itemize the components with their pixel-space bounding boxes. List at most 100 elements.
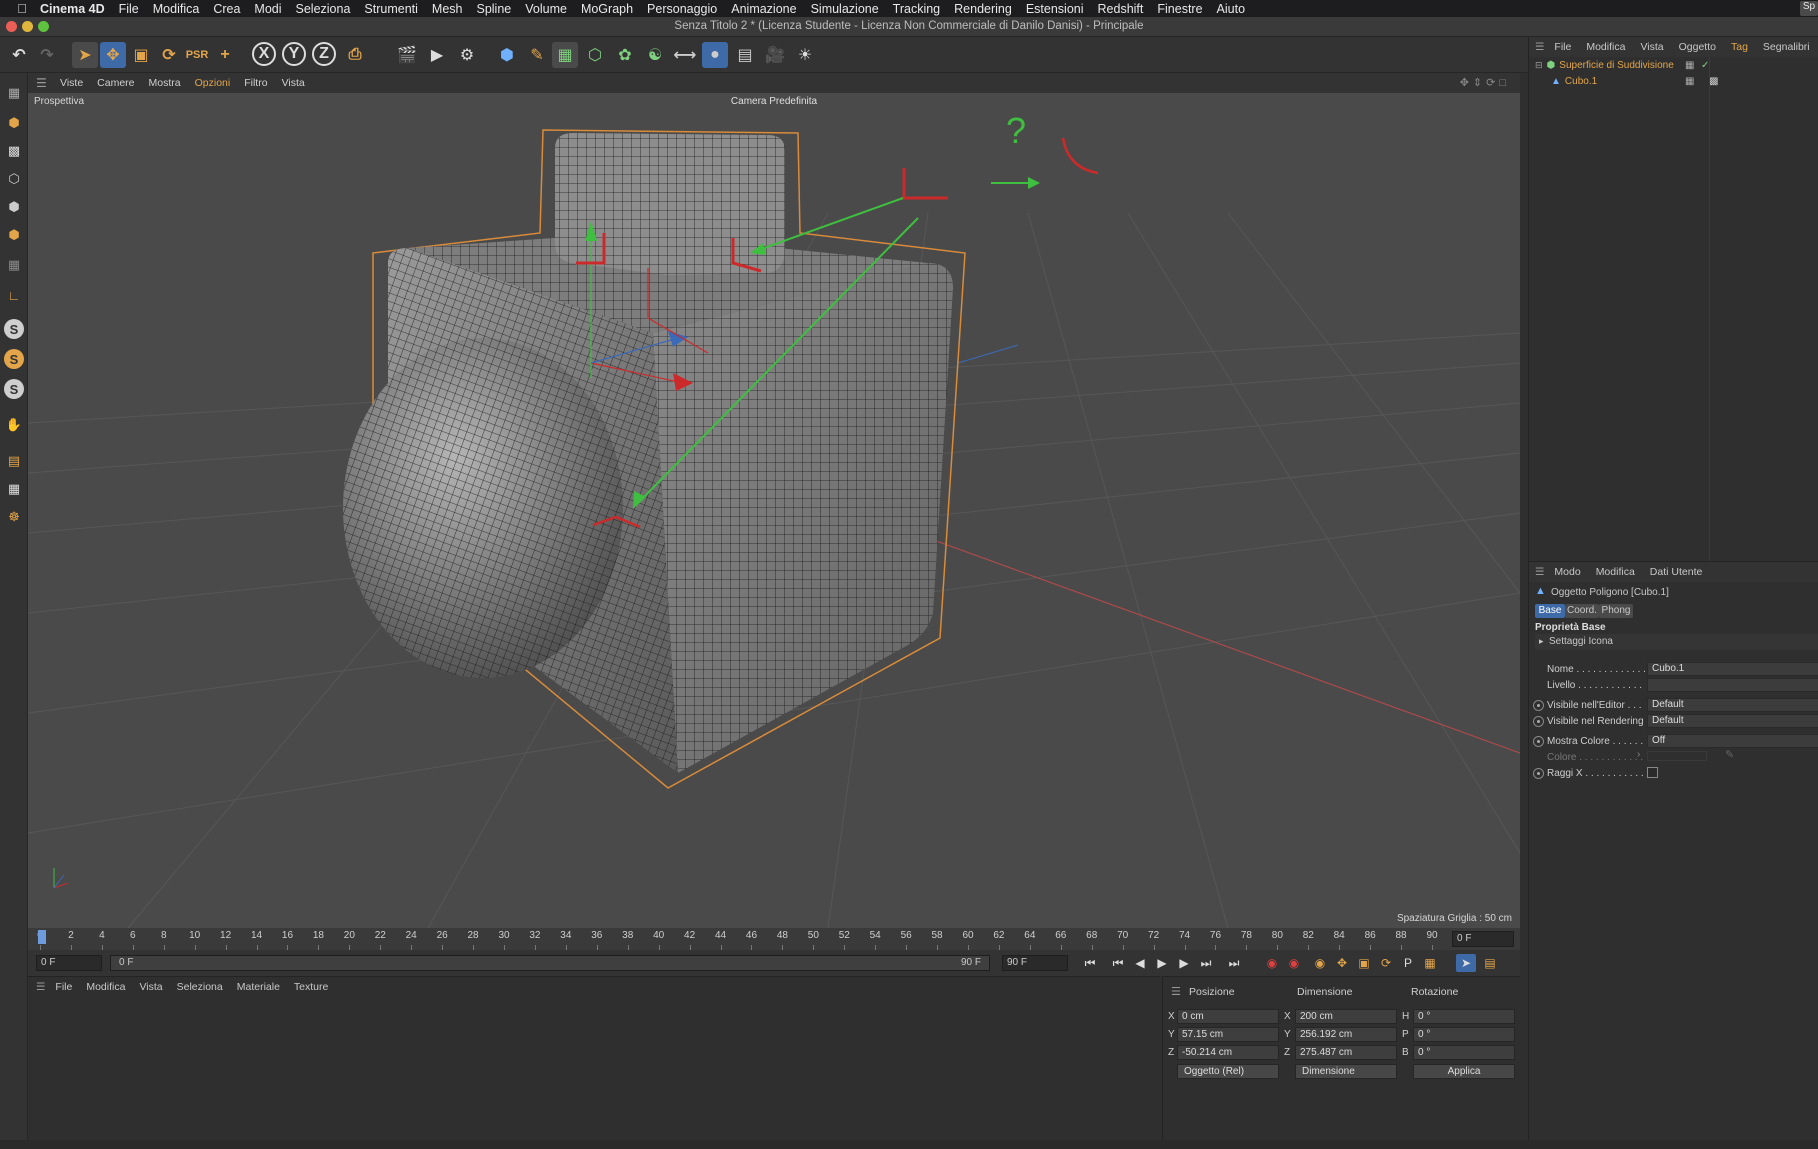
play-icon[interactable]: ▶ bbox=[1152, 954, 1172, 972]
end-frame-field[interactable]: 90 F bbox=[1002, 955, 1068, 971]
points-mode-icon[interactable]: ⬡ bbox=[2, 167, 26, 191]
goto-start-icon[interactable]: ⏮ bbox=[1080, 954, 1100, 972]
coord-rot-h-field[interactable]: 0 ° bbox=[1413, 1009, 1515, 1024]
object-menu-tag[interactable]: Tag bbox=[1731, 41, 1748, 53]
coordinate-system-icon[interactable]: ⎙ bbox=[342, 42, 368, 68]
rotate-tool-icon[interactable]: ⟳ bbox=[156, 42, 182, 68]
attribute-menu-modo[interactable]: Modo bbox=[1554, 566, 1580, 578]
viewport-navigation-icons[interactable]: ✥⇕⟳□ bbox=[1460, 76, 1510, 89]
object-axis-icon[interactable]: ▦ bbox=[2, 253, 26, 277]
apply-button[interactable]: Applica bbox=[1413, 1064, 1515, 1079]
viewport-camera-label[interactable]: Camera Predefinita bbox=[28, 96, 1520, 107]
key-position-icon[interactable]: ✥ bbox=[1332, 954, 1352, 972]
move-tool-icon[interactable]: ✥ bbox=[100, 42, 126, 68]
timeline-ruler[interactable]: 0246810121416182022242628303234363840424… bbox=[28, 928, 1520, 950]
coord-pos-x-field[interactable]: 0 cm bbox=[1177, 1009, 1279, 1024]
render-settings-icon[interactable]: ⚙ bbox=[454, 42, 480, 68]
mograph-cloner-icon[interactable]: ✿ bbox=[612, 42, 638, 68]
material-menu-vista[interactable]: Vista bbox=[139, 981, 162, 993]
edges-mode-icon[interactable]: ⬢ bbox=[2, 195, 26, 219]
lock-plane-icon[interactable]: ☸ bbox=[2, 505, 26, 529]
object-menu-oggetto[interactable]: Oggetto bbox=[1679, 41, 1716, 53]
coord-size-dropdown[interactable]: Dimensione bbox=[1295, 1064, 1397, 1079]
menu-file[interactable]: File bbox=[119, 2, 139, 16]
menu-tracking[interactable]: Tracking bbox=[893, 2, 940, 16]
menu-crea[interactable]: Crea bbox=[213, 2, 240, 16]
material-menu-materiale[interactable]: Materiale bbox=[237, 981, 280, 993]
color-swatch[interactable] bbox=[1647, 751, 1707, 761]
material-menu-seleziona[interactable]: Seleziona bbox=[177, 981, 223, 993]
key-pla-icon[interactable]: ▦ bbox=[1420, 954, 1440, 972]
timeline-icon[interactable]: ▤ bbox=[1480, 954, 1500, 972]
material-menu-modifica[interactable]: Modifica bbox=[86, 981, 125, 993]
menu-animazione[interactable]: Animazione bbox=[731, 2, 796, 16]
coord-size-x-field[interactable]: 200 cm bbox=[1295, 1009, 1397, 1024]
vis-editor-anim-icon[interactable] bbox=[1533, 700, 1544, 711]
start-frame-field[interactable]: 0 F bbox=[36, 955, 102, 971]
coord-mode-dropdown[interactable]: Oggetto (Rel) bbox=[1177, 1064, 1279, 1079]
coord-size-z-field[interactable]: 275.487 cm bbox=[1295, 1045, 1397, 1060]
menu-simulazione[interactable]: Simulazione bbox=[811, 2, 879, 16]
tab-base[interactable]: Base bbox=[1535, 604, 1565, 618]
light-icon[interactable]: ☀ bbox=[792, 42, 818, 68]
pen-spline-icon[interactable]: ✎ bbox=[524, 42, 550, 68]
collapse-icon[interactable]: ⊟ bbox=[1535, 60, 1543, 71]
layer-icon[interactable]: ▤ bbox=[2, 449, 26, 473]
make-editable-icon[interactable]: ▦ bbox=[2, 81, 26, 105]
coords-menu-icon[interactable]: ☰ bbox=[1171, 985, 1181, 998]
material-menu-icon[interactable]: ☰ bbox=[36, 981, 45, 993]
render-view-icon[interactable]: 🎬 bbox=[394, 42, 420, 68]
undo-icon[interactable]: ↶ bbox=[6, 42, 32, 68]
attribute-menu-icon[interactable]: ☰ bbox=[1535, 566, 1544, 578]
polygons-mode-icon[interactable]: ⬢ bbox=[2, 223, 26, 247]
key-parameter-icon[interactable]: P bbox=[1398, 954, 1418, 972]
viewport-menu-vista[interactable]: Vista bbox=[282, 77, 305, 89]
generator-icon[interactable]: ⬡ bbox=[582, 42, 608, 68]
object-menu-file[interactable]: File bbox=[1554, 41, 1571, 53]
scheme-icon[interactable]: ➤ bbox=[1456, 954, 1476, 972]
select-arrow-icon[interactable]: ➤ bbox=[72, 42, 98, 68]
viewport-menu-mostra[interactable]: Mostra bbox=[149, 77, 181, 89]
icon-settings-group[interactable]: ▸ Settaggi Icona bbox=[1535, 634, 1818, 650]
apple-icon[interactable]:  bbox=[12, 1, 32, 16]
app-name[interactable]: Cinema 4D bbox=[40, 2, 105, 16]
coord-pos-y-field[interactable]: 57.15 cm bbox=[1177, 1027, 1279, 1042]
show-color-anim-icon[interactable] bbox=[1533, 736, 1544, 747]
coord-pos-z-field[interactable]: -50.214 cm bbox=[1177, 1045, 1279, 1060]
vis-render-anim-icon[interactable] bbox=[1533, 716, 1544, 727]
object-row-subdivision[interactable]: ⊟ ⬢ Superficie di Suddivisione ▦ ✓ bbox=[1535, 60, 1709, 71]
name-field[interactable]: Cubo.1 bbox=[1647, 662, 1818, 676]
object-menu-icon[interactable]: ☰ bbox=[1535, 41, 1544, 53]
phong-tag-icon[interactable]: ▩ bbox=[1709, 76, 1718, 87]
camera-icon[interactable]: 🎥 bbox=[762, 42, 788, 68]
layer-toggle-icon[interactable]: ▦ bbox=[1685, 76, 1694, 87]
eyedropper-icon[interactable]: ✎ bbox=[1725, 748, 1734, 761]
psr-tool-icon[interactable]: PSR bbox=[184, 42, 210, 68]
menu-mesh[interactable]: Mesh bbox=[432, 2, 463, 16]
viewport-menu-icon[interactable]: ☰ bbox=[36, 76, 50, 90]
tab-phong[interactable]: Phong bbox=[1599, 604, 1633, 618]
xray-checkbox[interactable] bbox=[1647, 767, 1658, 778]
menu-modifica[interactable]: Modifica bbox=[153, 2, 200, 16]
workplane-icon[interactable]: ∟ bbox=[2, 283, 26, 307]
color-expand-icon[interactable]: › bbox=[1637, 749, 1640, 760]
key-scale-icon[interactable]: ▣ bbox=[1354, 954, 1374, 972]
snap-settings-icon[interactable]: S bbox=[4, 349, 24, 369]
next-key-icon[interactable]: ⏭ bbox=[1196, 954, 1216, 972]
menu-personaggio[interactable]: Personaggio bbox=[647, 2, 717, 16]
menu-modi[interactable]: Modi bbox=[254, 2, 281, 16]
viewport-menu-camere[interactable]: Camere bbox=[97, 77, 134, 89]
coord-size-y-field[interactable]: 256.192 cm bbox=[1295, 1027, 1397, 1042]
menubar-right-item[interactable]: Sp bbox=[1800, 1, 1818, 16]
menu-redshift[interactable]: Redshift bbox=[1098, 2, 1144, 16]
key-rotation-icon[interactable]: ⟳ bbox=[1376, 954, 1396, 972]
3d-viewport[interactable]: ? Prospettiva Camera Predefinita Spaziat… bbox=[28, 93, 1520, 928]
menu-seleziona[interactable]: Seleziona bbox=[296, 2, 351, 16]
environment-icon[interactable]: ● bbox=[702, 42, 728, 68]
axis-y-lock-icon[interactable]: Y bbox=[282, 42, 306, 66]
level-field[interactable] bbox=[1647, 678, 1818, 692]
menu-mograph[interactable]: MoGraph bbox=[581, 2, 633, 16]
viewport-scene[interactable]: ? bbox=[28, 93, 1520, 928]
material-menu-texture[interactable]: Texture bbox=[294, 981, 328, 993]
record-keyframe-icon[interactable]: ◉ bbox=[1262, 954, 1282, 972]
